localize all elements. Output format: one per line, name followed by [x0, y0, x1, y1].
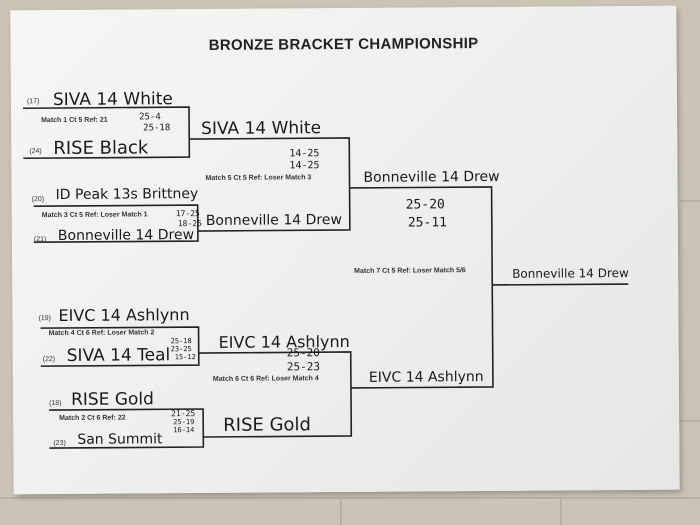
champion-line [492, 283, 629, 286]
score: 25-23 [286, 360, 320, 374]
score: 14-25 [289, 160, 320, 172]
score: 15-12 [174, 353, 196, 362]
brick-mortar [0, 497, 700, 499]
seed-label: (21) [33, 236, 47, 244]
match-info: Match 1 Ct 5 Ref: 21 [41, 116, 108, 125]
team-name: EIVC 14 Ashlynn [218, 331, 350, 352]
team-name: ID Peak 13s Brittney [55, 186, 199, 204]
brick-mortar [340, 497, 342, 525]
team-name: SIVA 14 White [201, 118, 322, 140]
match-info: Match 4 Ct 6 Ref: Loser Match 2 [48, 329, 155, 338]
score: 25-19 [173, 418, 195, 427]
team-name: San Summit [77, 431, 163, 448]
team-name: RISE Gold [70, 389, 154, 410]
seed-label: (23) [53, 439, 66, 448]
seed-label: (17) [26, 98, 40, 106]
score: 17-25 [175, 209, 200, 219]
score: 25-18 [143, 123, 171, 134]
match-info: Match 7 Ct 5 Ref: Loser Match 5/6 [354, 267, 466, 275]
match-info: Match 5 Ct 5 Ref: Loser Match 3 [205, 174, 312, 182]
score: 23-25 [170, 345, 192, 354]
champion-name: Bonneville 14 Drew [512, 266, 629, 281]
seed-label: (24) [29, 148, 42, 156]
brick-mortar [560, 497, 562, 525]
seed-label: (20) [31, 196, 45, 204]
score: 25-20 [405, 197, 445, 213]
brick-mortar [680, 200, 700, 202]
score: 25-20 [286, 346, 320, 360]
match-info: Match 3 Ct 5 Ref: Loser Match 1 [41, 211, 148, 220]
team-name: EIVC 14 Ashlynn [368, 369, 484, 386]
score: 25-11 [407, 215, 448, 231]
seed-label: (19) [38, 315, 51, 323]
score: 25-18 [170, 337, 192, 346]
score: 14-25 [289, 148, 320, 160]
team-name: SIVA 14 White [52, 89, 173, 111]
team-name: Bonneville 14 Drew [205, 212, 342, 229]
seed-label: (18) [49, 399, 62, 408]
score: 21-25 [171, 409, 196, 419]
team-name: SIVA 14 Teal [66, 345, 171, 366]
team-name: RISE Black [53, 137, 149, 160]
team-name: Bonneville 14 Drew [57, 227, 195, 245]
team-name: RISE Gold [223, 414, 312, 436]
bracket-sheet: BRONZE BRACKET CHAMPIONSHIP (17) SIVA 14… [10, 5, 680, 495]
brick-mortar [680, 420, 700, 422]
match-info: Match 6 Ct 6 Ref: Loser Match 4 [212, 375, 319, 383]
seed-label: (22) [42, 356, 56, 364]
team-name: Bonneville 14 Drew [363, 168, 500, 186]
score: 16-14 [173, 426, 195, 435]
match-info: Match 2 Ct 6 Ref: 22 [59, 414, 126, 422]
team-name: EIVC 14 Ashlynn [58, 305, 190, 326]
score: 25-4 [139, 112, 161, 123]
